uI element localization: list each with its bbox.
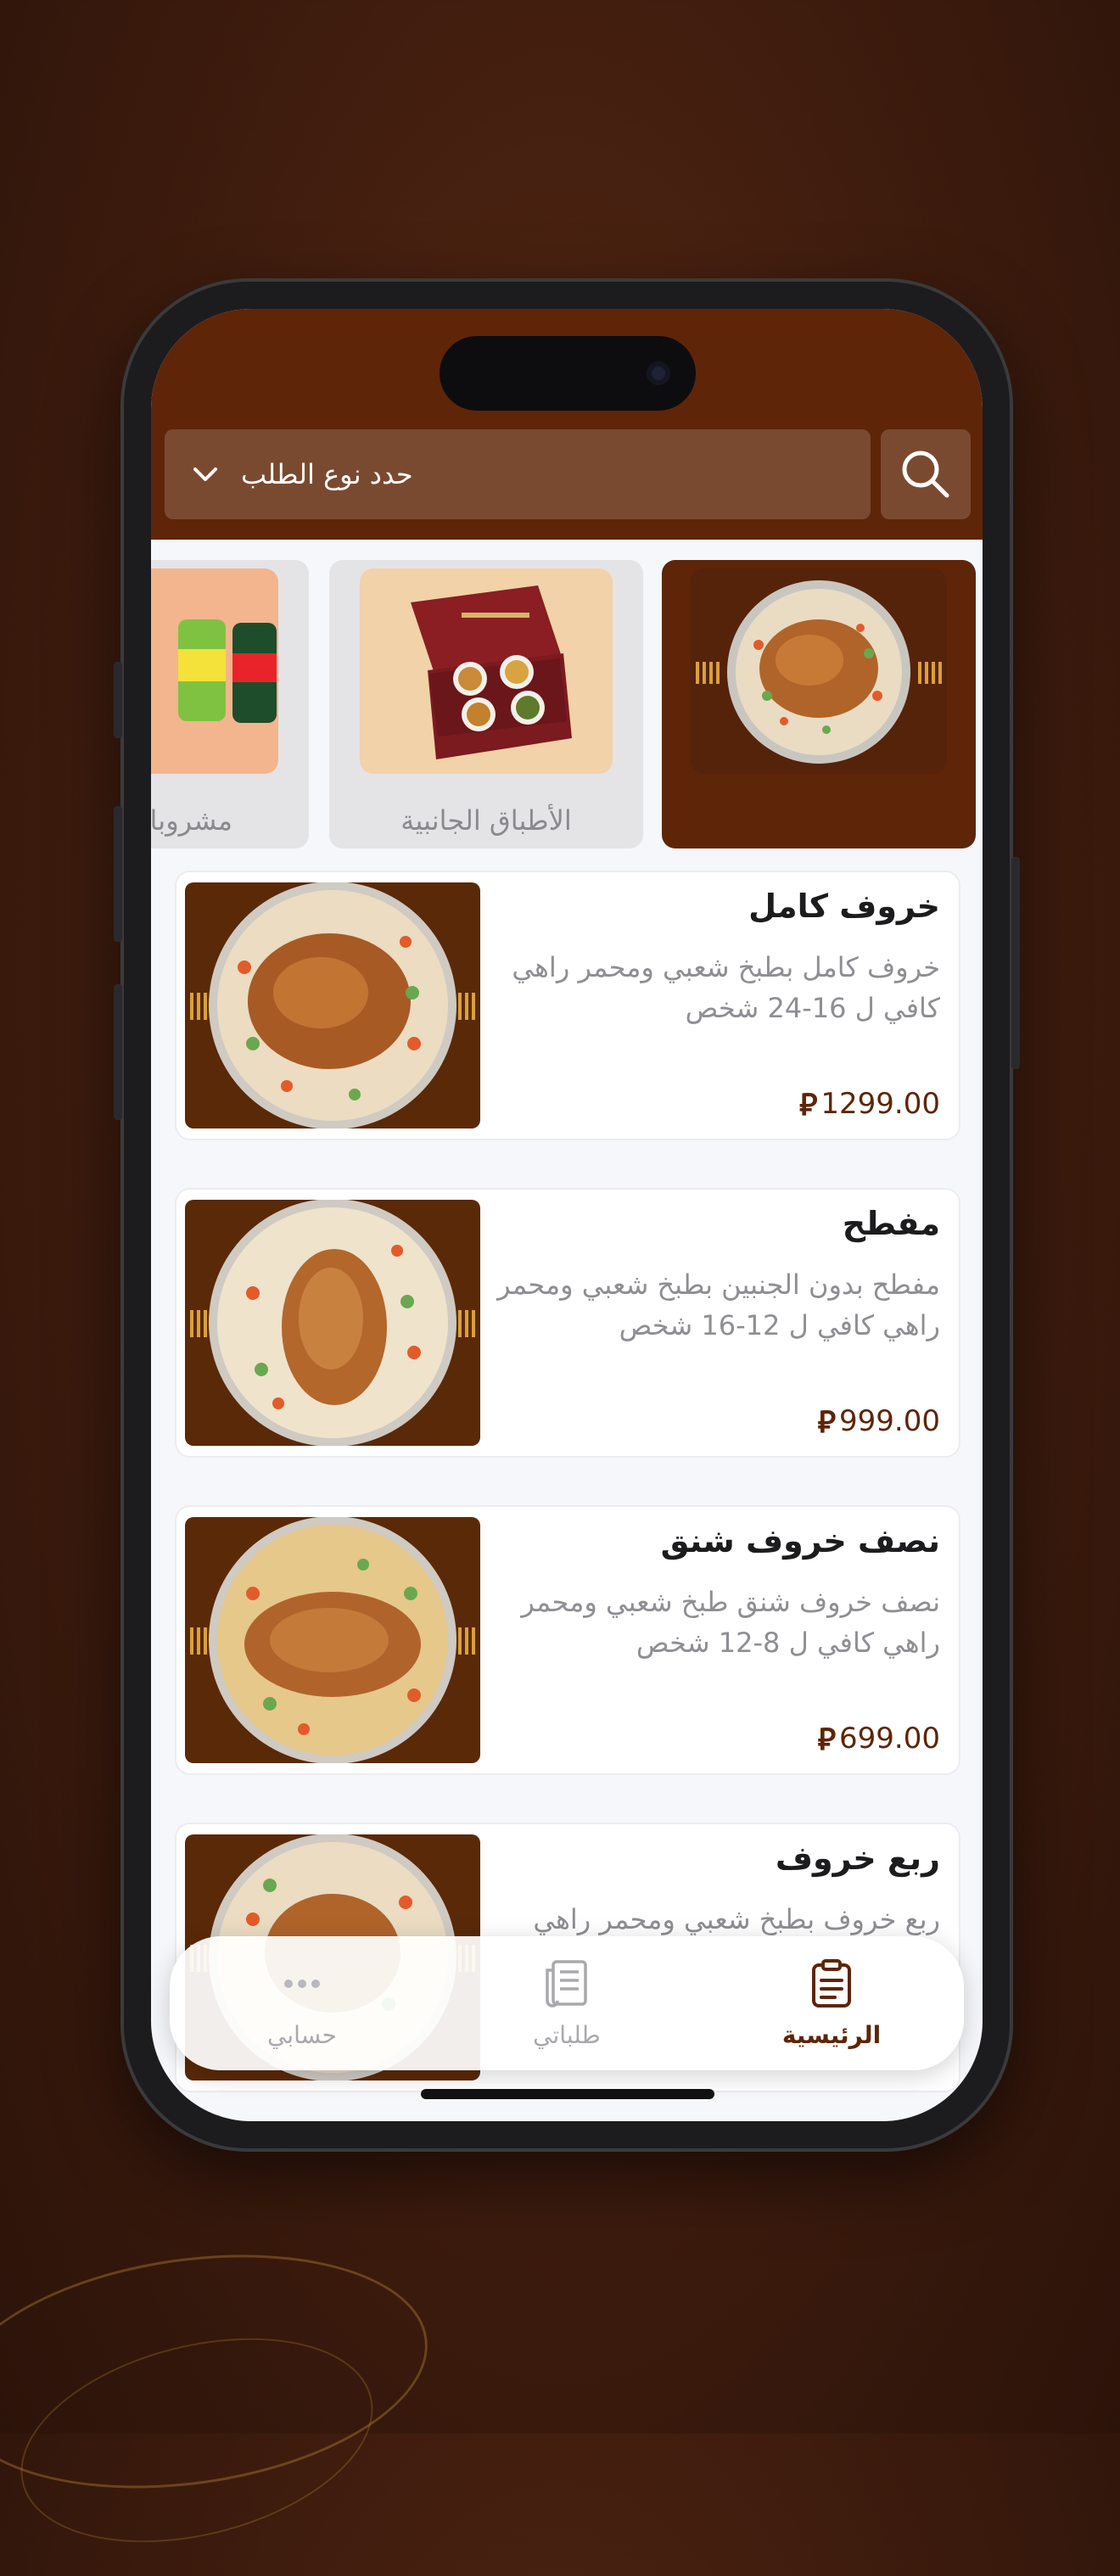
app-header: حدد نوع الطلب (151, 309, 983, 540)
category-image (151, 568, 278, 774)
product-title: خروف كامل (748, 888, 940, 925)
product-price: ⃁ 999.00 (818, 1401, 940, 1441)
product-card[interactable]: مفطح مفطح بدون الجنبين بطبخ شعبي ومحمر ر… (175, 1188, 960, 1458)
category-image (691, 568, 947, 774)
category-item-lamb[interactable] (662, 560, 976, 848)
phone-side-button (114, 662, 122, 738)
riyal-icon: ⃁ (817, 1722, 837, 1757)
product-description: نصف خروف شنق طبخ شعبي ومحمر راهي كافي ل … (521, 1586, 940, 1659)
more-icon (284, 1979, 320, 1988)
search-icon (902, 451, 949, 498)
tab-home-label: الرئيسية (781, 2020, 882, 2049)
riyal-icon: ⃁ (799, 1088, 818, 1123)
app-screen: حدد نوع الطلب الأطباق الجانبية مشروبا خر… (151, 309, 983, 2121)
product-image (185, 1517, 480, 1763)
bottom-tab-bar: الرئيسية طلباتي حسابي (170, 1936, 964, 2070)
product-title: نصف خروف شنق (660, 1522, 940, 1560)
tab-home[interactable]: الرئيسية (721, 1958, 942, 2049)
phone-side-button (1011, 857, 1020, 1069)
tab-orders-label: طلباتي (533, 2020, 601, 2049)
tab-account[interactable]: حسابي (192, 1958, 412, 2049)
product-price: ⃁ 1299.00 (799, 1084, 940, 1123)
tab-orders[interactable]: طلباتي (456, 1958, 677, 2049)
product-description: مفطح بدون الجنبين بطبخ شعبي ومحمر راهي ك… (497, 1268, 940, 1341)
category-item-drinks[interactable]: مشروبات (151, 560, 309, 848)
category-carousel[interactable]: الأطباق الجانبية مشروبات (151, 560, 983, 848)
phone-side-button (114, 806, 122, 942)
search-button[interactable] (881, 429, 971, 519)
product-description: خروف كامل بطبخ شعبي ومحمر راهي كافي ل 16… (512, 951, 940, 1024)
product-title: مفطح (842, 1205, 940, 1242)
order-type-dropdown[interactable]: حدد نوع الطلب (165, 429, 871, 519)
product-card[interactable]: خروف كامل خروف كامل بطبخ شعبي ومحمر راهي… (175, 871, 960, 1140)
category-label: الأطباق الجانبية (400, 804, 572, 837)
product-image (185, 882, 480, 1128)
clipboard-icon (812, 1958, 851, 2008)
dynamic-island (440, 336, 696, 411)
tab-account-label: حسابي (267, 2020, 337, 2049)
product-title: ربع خروف (775, 1840, 940, 1877)
category-image (360, 568, 613, 774)
product-image (185, 1200, 480, 1446)
product-price: ⃁ 699.00 (818, 1718, 940, 1758)
riyal-icon: ⃁ (817, 1405, 837, 1440)
receipt-icon (546, 1959, 587, 2008)
category-label: مشروبات (151, 804, 232, 837)
product-card[interactable]: نصف خروف شنق نصف خروف شنق طبخ شعبي ومحمر… (175, 1505, 960, 1775)
home-indicator (421, 2089, 714, 2099)
phone-side-button (114, 984, 122, 1120)
category-item-side-dishes[interactable]: الأطباق الجانبية (329, 560, 643, 848)
order-type-label: حدد نوع الطلب (241, 458, 413, 490)
chevron-down-icon (188, 457, 222, 491)
product-description: ربع خروف بطبخ شعبي ومحمر راهي (533, 1903, 940, 1935)
